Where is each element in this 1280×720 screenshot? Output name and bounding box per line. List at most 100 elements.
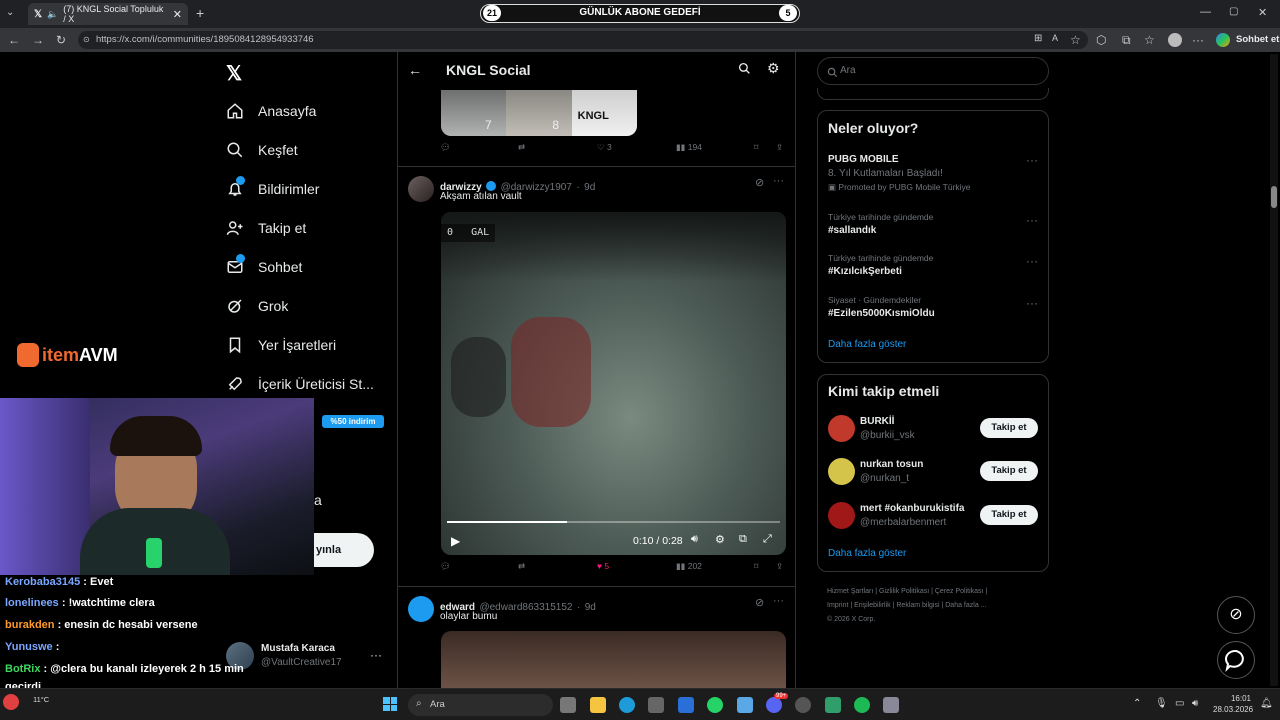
app-icon[interactable] [825,697,841,713]
follow-avatar[interactable] [828,415,855,442]
follow-avatar[interactable] [828,458,855,485]
volume-tray-icon[interactable]: 🔊︎ [1192,698,1198,709]
video-progress-track[interactable] [447,521,780,523]
nav-bookmarks[interactable]: Yer İşaretleri [226,336,336,354]
maximize-button[interactable]: ▢ [1229,6,1238,17]
like-icon[interactable]: ♡ 3 [597,142,612,153]
post3-avatar[interactable] [408,596,434,622]
display-icon[interactable]: ▭ [1175,698,1184,709]
picture-in-picture-icon[interactable]: ⧉ [739,533,747,546]
post1-image[interactable]: 7 8 KNGL [441,90,637,136]
bookmark-action-icon[interactable]: ⌑ [754,142,758,153]
split-screen-icon[interactable]: ⧉ [1122,33,1131,48]
tab-list-icon[interactable]: ⌄ [6,7,14,18]
new-tab-button[interactable]: + [196,5,204,21]
whatsapp-icon[interactable] [707,697,723,713]
trend-more-icon[interactable]: ··· [1026,296,1038,310]
chat-floating-icon[interactable] [1217,641,1255,679]
back-icon[interactable]: ← [8,33,20,47]
volume-icon[interactable]: 🔊︎ [691,533,698,546]
reply-icon[interactable]: 💬︎ [440,561,451,572]
fullscreen-icon[interactable]: ⤢ [763,533,772,546]
grok-post-icon[interactable]: ⊘ [755,176,764,189]
grok-post-icon[interactable]: ⊘ [755,596,764,609]
store-icon[interactable] [648,697,664,713]
follow-button[interactable]: Takip et [980,418,1038,438]
weather-icon[interactable] [3,694,19,710]
reply-icon[interactable]: 💬︎ [440,142,451,153]
mic-icon[interactable]: 🎙︎ [1155,698,1168,709]
grok-floating-icon[interactable]: ⊘ [1217,596,1255,634]
forward-icon[interactable]: → [32,33,44,47]
post2-time[interactable]: 9d [584,182,595,193]
file-explorer-icon[interactable] [590,697,606,713]
bookmark-action-icon[interactable]: ⌑ [754,561,758,572]
follow-avatar[interactable] [828,502,855,529]
share-icon[interactable]: ⇪ [776,142,783,153]
copilot-icon[interactable] [1216,33,1230,47]
speaker-icon[interactable]: 🔈 [47,9,58,20]
play-icon[interactable]: ▶ [451,534,460,548]
copilot-chat-label[interactable]: Sohbet et [1236,34,1279,45]
clock[interactable]: 16:01 28.03.2026 [1213,693,1253,715]
nav-creator-studio[interactable]: İçerik Üreticisi St... [226,375,374,393]
x-logo-icon[interactable]: 𝕏 [226,61,242,86]
obs-icon[interactable] [795,697,811,713]
trend-more-icon[interactable]: ··· [1026,153,1038,167]
start-menu-icon[interactable] [383,697,397,711]
apps-icon[interactable]: ⊞ [1034,33,1042,44]
task-view-icon[interactable] [560,697,576,713]
post2-video[interactable]: 0 GAL ▶ 0:10 / 0:28 🔊︎ ⚙ ⧉ ⤢ [441,212,786,555]
account-name[interactable]: Mustafa Karaca [261,643,335,654]
page-scrollbar[interactable] [1270,54,1278,686]
favorite-star-icon[interactable]: ☆ [1070,33,1081,47]
read-aloud-icon[interactable]: A [1052,33,1058,43]
trends-show-more-link[interactable]: Daha fazla göster [828,339,906,350]
follow-button[interactable]: Takip et [980,505,1038,525]
trend-item[interactable]: Türkiye tarihinde gündemde #sallandık [828,212,933,236]
tray-chevron-icon[interactable]: ⌃ [1133,698,1141,709]
header-search-icon[interactable] [738,62,751,80]
trend-more-icon[interactable]: ··· [1026,213,1038,227]
follow-user[interactable]: BURKİİ @burkii_vsk [860,416,915,441]
edge-icon[interactable] [619,697,635,713]
reload-icon[interactable]: ↻ [56,33,66,47]
extensions-icon[interactable]: ⬡ [1096,33,1106,47]
taskbar-search[interactable]: ⌕ Ara [408,694,553,716]
discord-icon[interactable] [766,697,782,713]
nav-explore[interactable]: Keşfet [226,141,298,159]
views-icon[interactable]: ▮▮ 194 [676,142,702,153]
settings-icon[interactable] [883,697,899,713]
follow-show-more-link[interactable]: Daha fazla göster [828,548,906,559]
post3-time[interactable]: 9d [585,602,596,613]
nav-grok[interactable]: Grok [226,297,288,315]
minimize-button[interactable]: — [1200,6,1211,18]
profile-avatar[interactable] [1168,33,1182,47]
back-arrow-icon[interactable]: ← [408,62,422,78]
settings-gear-icon[interactable]: ⚙ [767,60,780,77]
search-box[interactable]: Ara [817,57,1049,85]
notification-bell-icon[interactable]: 🔔︎ [1260,698,1273,709]
post-button[interactable]: yınla [314,533,374,567]
nav-follow[interactable]: Takip et [226,219,306,237]
trend-more-icon[interactable]: ··· [1026,254,1038,268]
trend-item[interactable]: Siyaset · Gündemdekiler #Ezilen5000Kısmi… [828,295,935,319]
close-window-button[interactable]: ✕ [1258,6,1267,19]
follow-user[interactable]: mert #okanburukistifa @merbalarbenmert [860,503,964,528]
trend-item[interactable]: Türkiye tarihinde gündemde #KızılcıkŞerb… [828,253,933,277]
more-menu-icon[interactable]: ··· [1192,33,1204,47]
url-field[interactable]: ⊙ https://x.com/i/communities/1895084128… [78,31,1088,49]
repost-icon[interactable]: ⇄ [518,561,525,572]
repost-icon[interactable]: ⇄ [518,142,525,153]
video-settings-icon[interactable]: ⚙ [715,533,725,546]
post3-more-icon[interactable]: ··· [773,595,784,607]
nav-more-label[interactable]: a [314,492,322,508]
views-icon[interactable]: ▮▮ 202 [676,561,702,572]
follow-button[interactable]: Takip et [980,461,1038,481]
post2-more-icon[interactable]: ··· [773,175,784,187]
scrollbar-thumb[interactable] [1271,186,1277,208]
footer-links[interactable]: Hizmet Şartları | Gizlilik Politikası | … [827,585,987,627]
collections-icon[interactable]: ☆ [1144,33,1155,47]
close-tab-icon[interactable]: ✕ [173,8,182,21]
trend-item[interactable]: PUBG MOBILE 8. Yıl Kutlamaları Başladı! … [828,154,1038,193]
